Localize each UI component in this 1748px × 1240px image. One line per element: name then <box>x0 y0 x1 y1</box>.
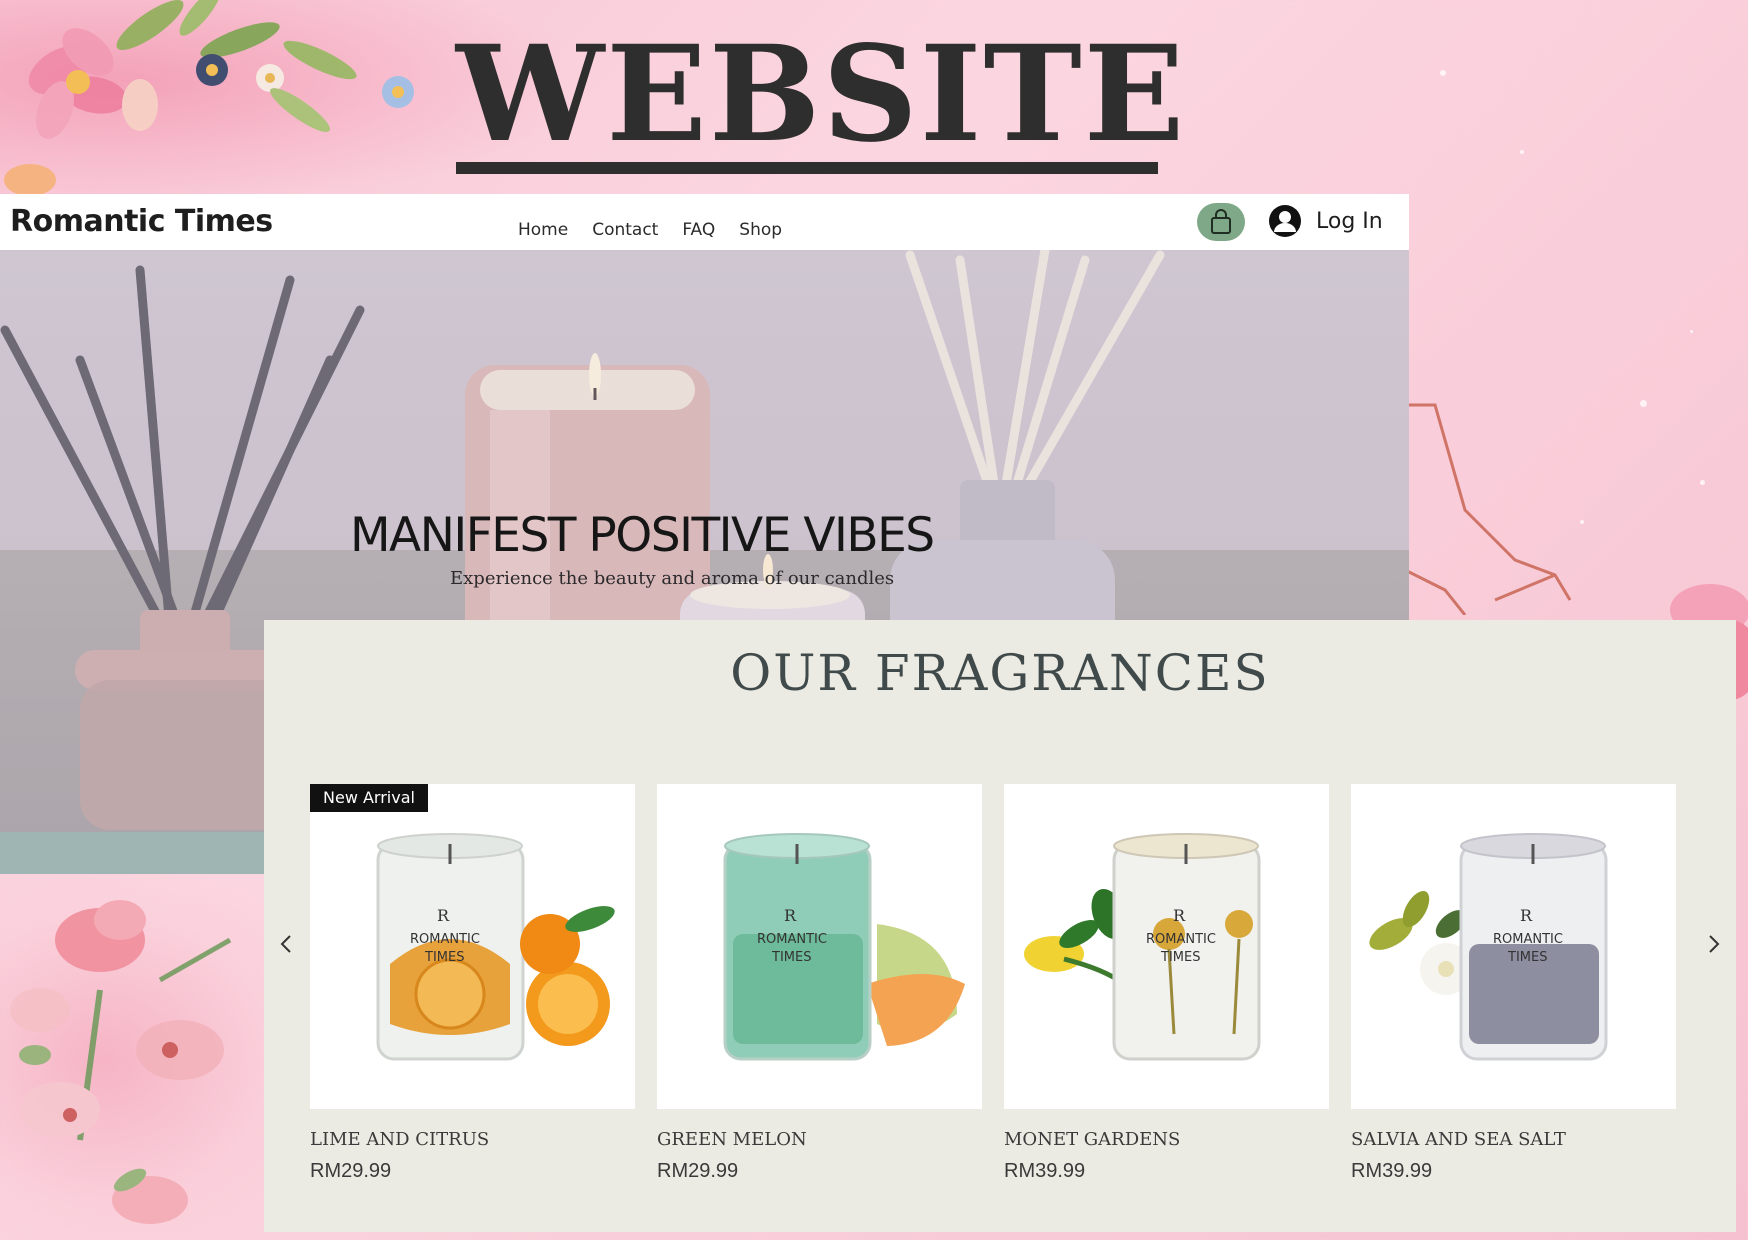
fragrances-panel: OUR FRAGRANCES R ROMANTIC TIMES New Arri… <box>264 620 1736 1232</box>
product-card[interactable]: R ROMANTIC TIMES SALVIA AND SEA SALT RM3… <box>1351 784 1676 1183</box>
glass-label-brand: ROMANTIC <box>410 932 480 947</box>
nav-item-faq[interactable]: FAQ <box>682 220 715 240</box>
product-name[interactable]: GREEN MELON <box>657 1129 982 1150</box>
login-label: Log In <box>1316 208 1383 234</box>
carousel-prev-button[interactable] <box>272 930 300 958</box>
floral-decoration-bottom-left <box>10 900 232 1224</box>
login-button[interactable]: Log In <box>1268 204 1383 238</box>
glass-label-brand: TIMES <box>1161 950 1201 965</box>
fragrances-title: OUR FRAGRANCES <box>730 644 1270 702</box>
chevron-left-icon <box>280 935 291 953</box>
product-price: RM29.99 <box>657 1160 739 1182</box>
product-image[interactable]: R ROMANTIC TIMES <box>1351 784 1676 1109</box>
paint-speck <box>1700 480 1705 485</box>
paint-speck <box>1640 400 1647 407</box>
glass-label-brand: TIMES <box>425 950 465 965</box>
glass-label-brand: TIMES <box>772 950 812 965</box>
product-price: RM39.99 <box>1351 1160 1433 1182</box>
product-image[interactable]: R ROMANTIC TIMES <box>657 784 982 1109</box>
main-nav: Home Contact FAQ Shop <box>518 220 782 240</box>
glass-label-monogram: R <box>1173 906 1186 925</box>
glass-label-monogram: R <box>437 906 450 925</box>
paint-speck <box>1520 150 1524 154</box>
paint-speck <box>1580 520 1584 524</box>
product-name[interactable]: SALVIA AND SEA SALT <box>1351 1129 1676 1150</box>
hero-subtitle: Experience the beauty and aroma of our c… <box>450 568 895 589</box>
floral-decoration-top-left <box>4 0 414 196</box>
site-header: Romantic Times Home Contact FAQ Shop Log… <box>0 194 1409 250</box>
glass-label-brand: ROMANTIC <box>1493 932 1563 947</box>
product-price: RM29.99 <box>310 1160 392 1182</box>
hero-bottom-strip <box>0 832 264 874</box>
glass-label-monogram: R <box>1520 906 1533 925</box>
user-avatar-icon <box>1269 205 1301 237</box>
cart-button[interactable] <box>1197 203 1245 241</box>
new-arrival-badge: New Arrival <box>310 784 428 812</box>
nav-item-shop[interactable]: Shop <box>739 220 782 240</box>
hero-title: MANIFEST POSITIVE VIBES <box>350 508 935 563</box>
product-card[interactable]: R ROMANTIC TIMES New Arrival LIME AND CI… <box>310 784 635 1183</box>
nav-item-contact[interactable]: Contact <box>592 220 658 240</box>
glass-label-brand: TIMES <box>1508 950 1548 965</box>
product-name[interactable]: LIME AND CITRUS <box>310 1129 635 1150</box>
product-name[interactable]: MONET GARDENS <box>1004 1129 1329 1150</box>
nav-item-home[interactable]: Home <box>518 220 568 240</box>
product-card[interactable]: R ROMANTIC TIMES GREEN MELON RM29.99 <box>657 784 982 1183</box>
heading-underline <box>456 162 1158 174</box>
glass-label-monogram: R <box>784 906 797 925</box>
poster-heading: WEBSITE <box>456 17 1187 172</box>
product-price: RM39.99 <box>1004 1160 1086 1182</box>
chevron-right-icon <box>1709 935 1720 953</box>
product-image[interactable]: R ROMANTIC TIMES <box>1004 784 1329 1109</box>
product-card[interactable]: R ROMANTIC TIMES MONET GARDENS RM39.99 <box>1004 784 1329 1183</box>
geometric-frame-decoration <box>1405 403 1572 615</box>
paint-speck <box>1690 330 1693 333</box>
shopping-bag-icon <box>1211 209 1231 234</box>
site-brand-logo[interactable]: Romantic Times <box>10 204 273 239</box>
glass-label-brand: ROMANTIC <box>757 932 827 947</box>
carousel-next-button[interactable] <box>1700 930 1728 958</box>
paint-speck <box>1440 70 1446 76</box>
product-image[interactable]: R ROMANTIC TIMES New Arrival <box>310 784 635 1109</box>
glass-label-brand: ROMANTIC <box>1146 932 1216 947</box>
